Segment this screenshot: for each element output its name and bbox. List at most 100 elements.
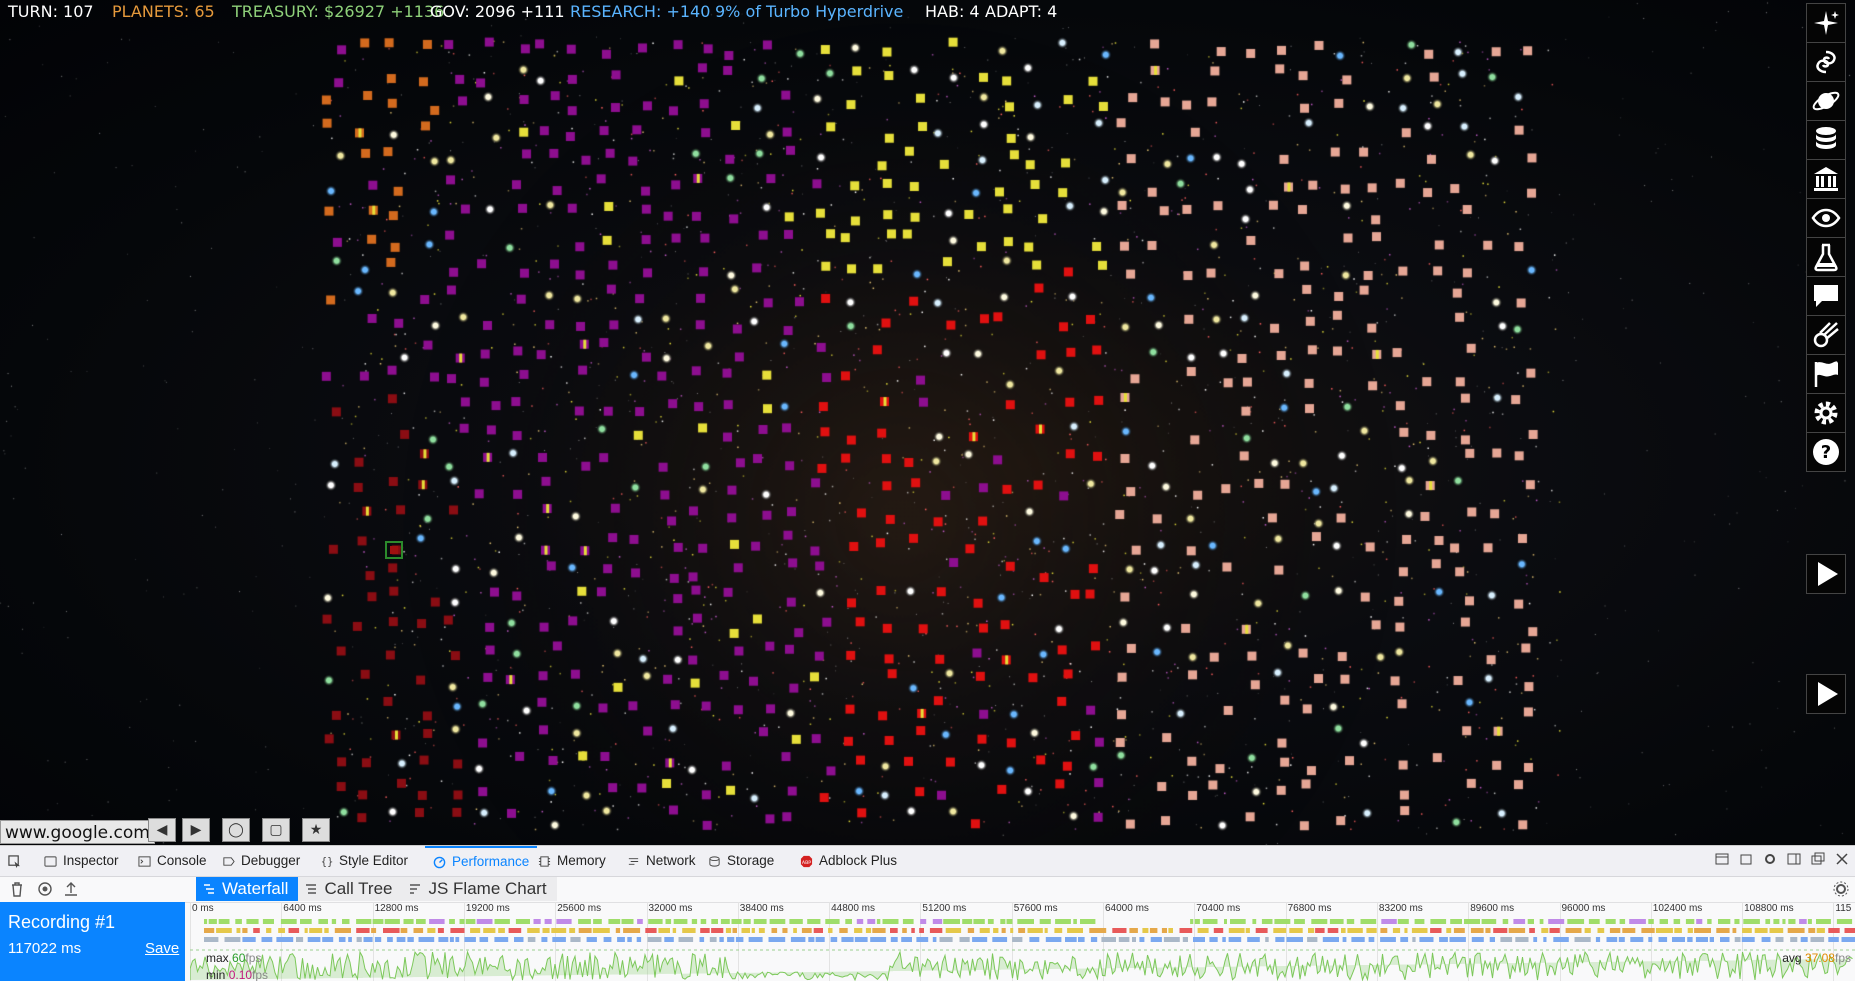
inspector-icon (44, 855, 57, 868)
galaxy-button[interactable] (1806, 42, 1846, 82)
waterfall-icon (202, 882, 216, 896)
stars-button[interactable] (1806, 3, 1846, 43)
circle-button[interactable]: ◯ (222, 818, 250, 842)
dock-side-icon[interactable] (1787, 852, 1801, 866)
tab-label: Console (157, 846, 207, 876)
left-arrow-icon: ◀ (157, 822, 168, 838)
tab-inspector[interactable]: Inspector (44, 846, 119, 876)
adaptation-value: ADAPT: 4 (985, 2, 1057, 24)
tab-console[interactable]: Console (138, 846, 207, 876)
status-url: www.google.com (0, 820, 155, 844)
play-button[interactable] (1806, 554, 1846, 594)
planets-count: PLANETS: 65 (112, 2, 232, 24)
svg-text:?: ? (1821, 442, 1831, 463)
performance-icon (433, 856, 446, 869)
tab-label: Memory (557, 846, 606, 876)
trash-icon[interactable] (8, 880, 26, 898)
circle-icon: ◯ (228, 822, 244, 838)
turn-counter: TURN: 107 (8, 2, 112, 24)
planet-button[interactable] (1806, 81, 1846, 121)
play-icon (1810, 558, 1842, 590)
right-arrow-button[interactable]: ▶ (182, 818, 210, 842)
left-arrow-button[interactable]: ◀ (148, 818, 176, 842)
fps-avg-value: 37.08 (1805, 951, 1835, 965)
ruler-tick: 51200 ms (922, 903, 966, 914)
eye-button[interactable] (1806, 198, 1846, 238)
fps-min-label: min (206, 968, 225, 981)
tab-style-editor[interactable]: {} Style Editor (320, 846, 408, 876)
galaxy-icon (1810, 46, 1842, 78)
network-icon (627, 855, 640, 868)
government-icon (1810, 163, 1842, 195)
responsive-design-icon[interactable] (1739, 852, 1753, 866)
devtools-settings-icon[interactable] (1763, 852, 1777, 866)
fps-max-value: 60 (232, 951, 245, 965)
government-button[interactable] (1806, 159, 1846, 199)
habitability-value: HAB: 4 (925, 2, 985, 24)
chat-button[interactable] (1806, 276, 1846, 316)
end-turn-play-button[interactable] (1806, 674, 1846, 714)
recording-item[interactable]: Recording #1 117022 ms Save (0, 902, 185, 981)
tab-storage[interactable]: Storage (708, 846, 774, 876)
ruler-tick: 115 (1835, 903, 1851, 914)
comet-icon (1810, 319, 1842, 351)
square-button[interactable]: ▢ (262, 818, 290, 842)
database-button[interactable] (1806, 120, 1846, 160)
ruler-tick: 70400 ms (1196, 903, 1240, 914)
selected-planet[interactable] (390, 546, 398, 554)
tab-label: Network (646, 846, 696, 876)
split-console-icon[interactable] (1715, 852, 1729, 866)
devtools-panel: Inspector Console Debugger {} Style Editor Pe… (0, 845, 1855, 981)
current-research-project[interactable]: 9% of Turbo Hyperdrive (715, 2, 925, 24)
help-button[interactable]: ? (1806, 432, 1846, 472)
galaxy-map[interactable]: TURN: 107 PLANETS: 65 TREASURY: $26927 +… (0, 0, 1855, 845)
adblock-icon: ABP (800, 855, 813, 868)
flag-icon (1810, 358, 1842, 390)
tab-adblock-plus[interactable]: ABPAdblock Plus (800, 846, 897, 876)
ruler-tick: 32000 ms (649, 903, 693, 914)
ruler-tick: 57600 ms (1014, 903, 1058, 914)
ruler-tick: 25600 ms (557, 903, 601, 914)
element-picker-button[interactable] (8, 846, 21, 876)
star-button[interactable]: ★ (302, 818, 330, 842)
fps-max: max 60fps (206, 951, 261, 965)
ruler-tick: 64000 ms (1105, 903, 1149, 914)
performance-view-tabs: WaterfallCall TreeJS Flame Chart (196, 877, 557, 901)
flask-button[interactable] (1806, 237, 1846, 277)
ruler-tick: 38400 ms (740, 903, 784, 914)
performance-settings-icon[interactable] (1832, 880, 1850, 898)
tab-label: Style Editor (339, 846, 408, 876)
flag-button[interactable] (1806, 354, 1846, 394)
fps-min-value: 0.10 (229, 968, 252, 981)
starfield-canvas[interactable] (0, 0, 1855, 845)
subtab-js-flame-chart[interactable]: JS Flame Chart (402, 877, 556, 901)
element-picker-icon (8, 855, 21, 868)
comet-button[interactable] (1806, 315, 1846, 355)
gear-button[interactable] (1806, 393, 1846, 433)
tab-memory[interactable]: Memory (538, 846, 606, 876)
fps-max-label: max (206, 951, 229, 965)
subtab-waterfall[interactable]: Waterfall (196, 877, 298, 901)
close-devtools-icon[interactable] (1835, 852, 1849, 866)
tab-label: Storage (727, 846, 774, 876)
ruler-tick: 96000 ms (1562, 903, 1606, 914)
tab-network[interactable]: Network (627, 846, 696, 876)
planet-icon (1810, 85, 1842, 117)
ruler-tick: 6400 ms (283, 903, 321, 914)
style-editor-icon: {} (320, 855, 333, 868)
subtab-call-tree[interactable]: Call Tree (298, 877, 402, 901)
record-icon[interactable] (36, 880, 54, 898)
tab-performance[interactable]: Performance (425, 846, 537, 876)
save-recording-link[interactable]: Save (145, 940, 179, 957)
tab-debugger[interactable]: Debugger (222, 846, 300, 876)
end-turn-play-icon (1810, 678, 1842, 710)
performance-overview[interactable]: 0 ms6400 ms12800 ms19200 ms25600 ms32000… (190, 902, 1855, 981)
ruler-tick: 102400 ms (1653, 903, 1702, 914)
console-icon (138, 855, 151, 868)
import-icon[interactable] (62, 880, 80, 898)
storage-icon (708, 855, 721, 868)
undock-icon[interactable] (1811, 852, 1825, 866)
fps-unit: fps (1835, 951, 1851, 965)
selected-planet-marker[interactable] (385, 541, 403, 559)
flask-icon (1810, 241, 1842, 273)
